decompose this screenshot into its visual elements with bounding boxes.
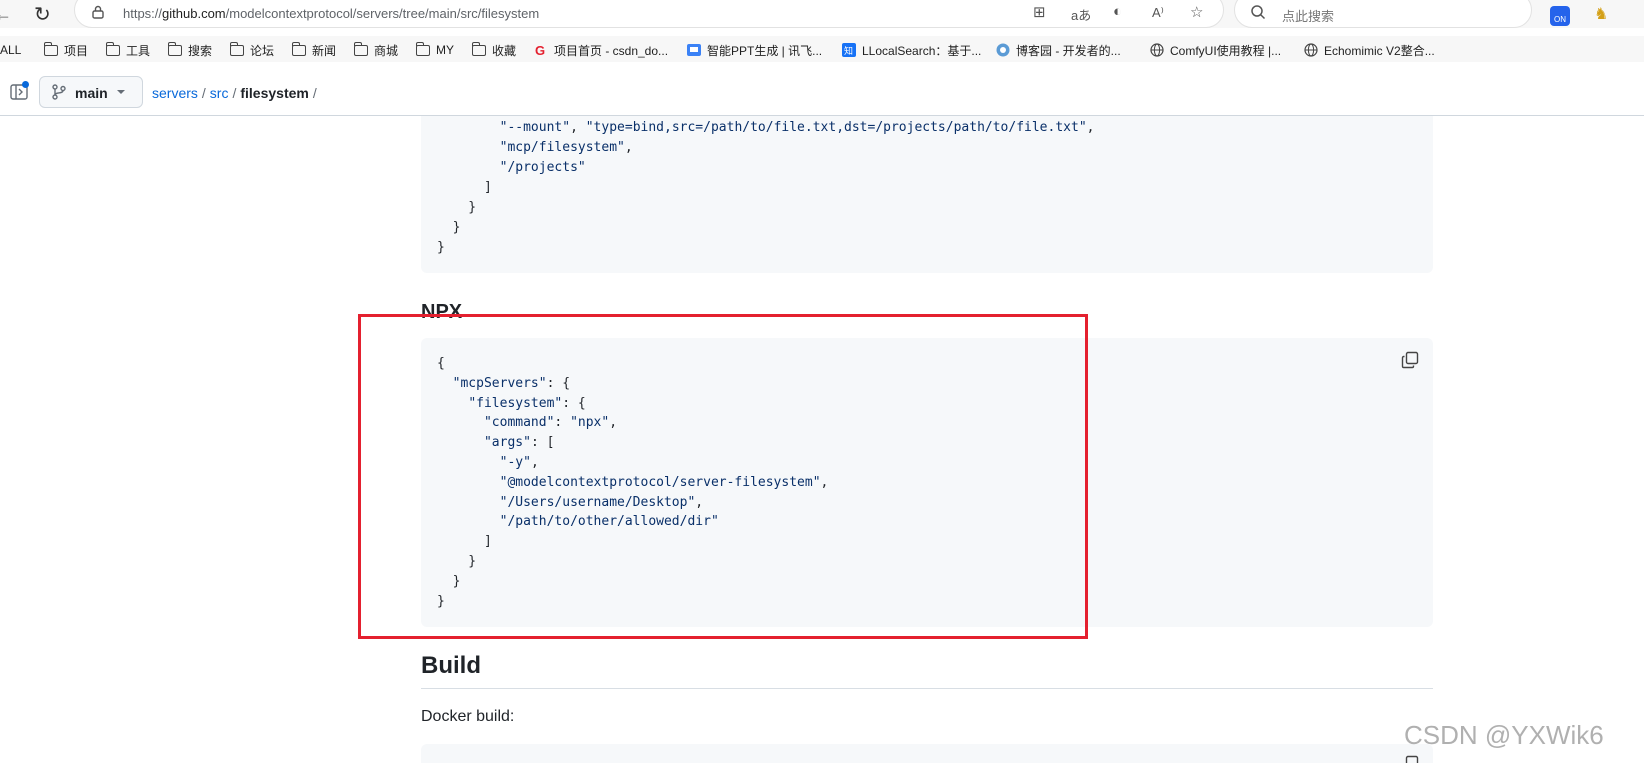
cnblogs-icon: [996, 43, 1010, 57]
git-branch-icon: [52, 84, 66, 100]
code-block-docker-build: [421, 744, 1433, 763]
code-line: }: [437, 240, 445, 255]
bookmark-item[interactable]: Echomimic V2整合...: [1304, 41, 1435, 59]
breadcrumb-separator: /: [312, 85, 317, 101]
bookmark-label: 博客园 - 开发者的...: [1016, 43, 1121, 58]
breadcrumb-current: filesystem: [240, 85, 309, 101]
extension-icon-2[interactable]: ♞: [1594, 4, 1614, 23]
translate-icon[interactable]: aあ: [1071, 5, 1091, 24]
code-line: }: [437, 220, 461, 235]
bookmark-label: 智能PPT生成 | 讯飞...: [707, 43, 823, 58]
caret-down-icon: [117, 90, 125, 94]
branch-name: main: [75, 85, 108, 101]
zhihu-icon: 知: [842, 43, 856, 57]
copy-icon[interactable]: [1401, 755, 1419, 763]
docker-build-text: Docker build:: [421, 708, 515, 725]
bookmark-item[interactable]: 工具: [106, 41, 150, 59]
breadcrumb-separator: /: [232, 85, 237, 101]
apps-icon[interactable]: ⊞: [1033, 3, 1046, 21]
code-line: "/projects": [499, 160, 586, 175]
folder-icon: [168, 41, 182, 56]
bookmark-item[interactable]: 博客园 - 开发者的...: [996, 41, 1121, 59]
bookmark-label: Echomimic V2整合...: [1324, 43, 1435, 58]
highlight-box: [358, 314, 1088, 639]
globe-icon: [1150, 43, 1164, 57]
bookmark-label: ComfyUI使用教程 |...: [1170, 43, 1282, 58]
copy-icon[interactable]: [1401, 351, 1419, 369]
refresh-icon[interactable]: ↻: [34, 2, 51, 27]
breadcrumb: servers / src / filesystem /: [152, 85, 321, 101]
bookmark-item[interactable]: 搜索: [168, 41, 212, 59]
csdn-icon: G: [535, 43, 545, 57]
folder-icon: [230, 41, 244, 56]
bookmark-item[interactable]: MY: [416, 41, 454, 59]
folder-icon: [292, 41, 306, 56]
bookmark-item[interactable]: 项目: [44, 41, 88, 59]
bookmark-label: 搜索: [188, 43, 213, 58]
folder-icon: [472, 41, 486, 56]
bookmark-label: 项目首页 - csdn_do...: [554, 43, 669, 58]
svg-text:知: 知: [844, 45, 853, 57]
breadcrumb-link-src[interactable]: src: [210, 85, 229, 101]
notification-dot: [22, 81, 29, 88]
bookmark-item[interactable]: 收藏: [472, 41, 516, 59]
breadcrumb-link-servers[interactable]: servers: [152, 85, 198, 101]
extension-badge: ON: [1554, 15, 1566, 24]
back-icon[interactable]: ←: [0, 4, 12, 25]
edge-icon[interactable]: ◐: [1113, 3, 1122, 20]
bookmark-item[interactable]: 智能PPT生成 | 讯飞...: [687, 41, 822, 59]
bookmark-label: 新闻: [312, 43, 337, 58]
bookmark-item[interactable]: ComfyUI使用教程 |...: [1150, 41, 1281, 59]
bookmark-label: MY: [436, 43, 454, 57]
folder-icon: [416, 41, 430, 56]
url-prefix: https://: [123, 6, 163, 21]
folder-icon: [354, 41, 368, 56]
read-aloud-icon[interactable]: A⁾: [1152, 5, 1164, 21]
bookmark-label: 商城: [374, 43, 399, 58]
url-text[interactable]: https://github.com/modelcontextprotocol/…: [123, 6, 539, 21]
heading-divider: [421, 688, 1433, 689]
folder-icon: [44, 41, 58, 56]
code-line: "mcp/filesystem",: [499, 140, 633, 155]
extension-icon[interactable]: ON: [1550, 6, 1570, 26]
globe-icon: [1304, 43, 1318, 57]
code-line: }: [437, 200, 477, 215]
url-domain: github.com: [162, 6, 226, 21]
browser-search-box[interactable]: [1234, 0, 1532, 28]
folder-icon: [106, 41, 120, 56]
bookmark-label: ALL: [0, 43, 22, 57]
watermark: CSDN @YXWik6: [1404, 720, 1604, 750]
code-line: "--mount", "type=bind,src=/path/to/file.…: [499, 120, 1095, 135]
search-placeholder: 点此搜索: [1282, 9, 1335, 24]
build-heading: Build: [421, 652, 481, 679]
ppt-icon: [687, 44, 701, 56]
bookmark-item[interactable]: 论坛: [230, 41, 274, 59]
bookmark-label: 论坛: [250, 43, 275, 58]
bookmark-label: 工具: [126, 43, 151, 58]
code-line: ]: [437, 180, 492, 195]
svg-text:G: G: [535, 43, 545, 57]
bookmark-item[interactable]: 知 LLocalSearch：基于...: [842, 41, 981, 59]
lock-icon[interactable]: [92, 5, 104, 19]
bookmark-label: LLocalSearch：基于...: [862, 43, 982, 58]
bookmark-label: 项目: [64, 43, 89, 58]
bookmark-item[interactable]: G 项目首页 - csdn_do...: [534, 41, 668, 59]
bookmark-label: 收藏: [492, 43, 517, 58]
bookmark-item[interactable]: 商城: [354, 41, 398, 59]
search-icon: [1251, 5, 1266, 20]
url-path: /modelcontextprotocol/servers/tree/main/…: [225, 6, 540, 21]
bookmark-item[interactable]: 新闻: [292, 41, 336, 59]
favorite-star-icon[interactable]: ☆: [1190, 3, 1203, 21]
bookmark-item[interactable]: ALL: [0, 41, 21, 59]
breadcrumb-separator: /: [201, 85, 206, 101]
